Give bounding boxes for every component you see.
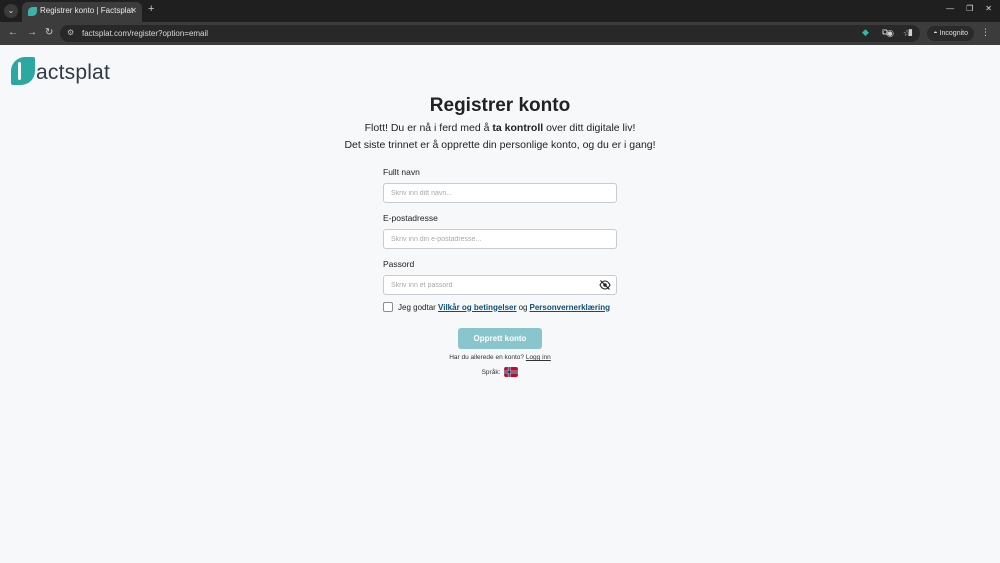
logo-leaf-icon bbox=[11, 57, 35, 85]
browser-tabbar: ⌄ Registrer konto | Factsplat ✕ + — ❐ ✕ bbox=[0, 0, 1000, 22]
email-input[interactable] bbox=[383, 229, 617, 249]
new-tab-icon[interactable]: + bbox=[148, 3, 154, 15]
factsplat-extension-icon[interactable]: ◆ bbox=[862, 27, 869, 38]
terms-prefix: Jeg godtar bbox=[398, 302, 436, 312]
terms-link[interactable]: Vilkår og betingelser bbox=[438, 303, 517, 312]
register-page: actsplat Registrer konto Flott! Du er nå… bbox=[0, 45, 1000, 563]
favicon-icon bbox=[28, 7, 37, 16]
reload-icon[interactable]: ↻ bbox=[45, 27, 53, 38]
close-window-icon[interactable]: ✕ bbox=[985, 4, 992, 13]
browser-toolbar: ← → ↻ ⚙ factsplat.com/register?option=em… bbox=[0, 22, 1000, 45]
terms-and: og bbox=[518, 302, 528, 312]
name-label: Fullt navn bbox=[383, 167, 420, 177]
full-name-input[interactable] bbox=[383, 183, 617, 203]
browser-tab[interactable]: Registrer konto | Factsplat ✕ bbox=[22, 2, 142, 22]
page-title: Registrer konto bbox=[429, 95, 571, 116]
terms-row: Jeg godtar Vilkår og betingelser og Person… bbox=[383, 302, 610, 312]
language-label: Språk: bbox=[481, 368, 501, 376]
restore-icon[interactable]: ❐ bbox=[966, 4, 973, 13]
side-panel-icon[interactable]: ▮ bbox=[908, 27, 913, 38]
language-selector: Språk: bbox=[0, 367, 1000, 377]
back-icon[interactable]: ← bbox=[8, 27, 18, 38]
minimize-icon[interactable]: — bbox=[946, 4, 954, 13]
privacy-link[interactable]: Personvernerklæring bbox=[530, 303, 610, 312]
create-account-button[interactable]: Opprett konto bbox=[458, 328, 542, 349]
toggle-password-visibility-icon[interactable] bbox=[599, 279, 611, 291]
extensions-icon[interactable]: ⧉ bbox=[882, 27, 888, 38]
password-input[interactable] bbox=[383, 275, 617, 295]
address-bar[interactable]: ⚙ factsplat.com/register?option=email ◉ … bbox=[60, 25, 920, 42]
subtitle-line-2: Det siste trinnet er å opprette din pers… bbox=[344, 139, 656, 151]
subtitle-line-1: Flott! Du er nå i ferd med å ta kontroll… bbox=[364, 122, 636, 134]
browser-menu-icon[interactable]: ⋮ bbox=[981, 27, 990, 38]
tab-title: Registrer konto | Factsplat bbox=[40, 6, 134, 15]
password-label: Passord bbox=[383, 259, 415, 269]
incognito-badge[interactable]: ◓ Incognito bbox=[927, 26, 974, 41]
password-field-wrapper bbox=[383, 275, 617, 295]
terms-checkbox[interactable] bbox=[383, 302, 393, 312]
tab-search-icon[interactable]: ⌄ bbox=[4, 4, 18, 18]
logo-text: actsplat bbox=[36, 61, 110, 84]
incognito-icon: ◓ bbox=[933, 30, 938, 37]
norway-flag-icon[interactable] bbox=[504, 367, 519, 377]
forward-icon[interactable]: → bbox=[27, 27, 37, 38]
register-form: Fullt navn E-postadresse Passord bbox=[383, 167, 617, 295]
window-controls: — ❐ ✕ bbox=[946, 4, 992, 13]
url-text: factsplat.com/register?option=email bbox=[82, 29, 209, 38]
site-info-icon[interactable]: ⚙ bbox=[67, 28, 74, 37]
close-tab-icon[interactable]: ✕ bbox=[130, 6, 137, 15]
login-prompt: Har du allerede en konto? Logg inn bbox=[449, 354, 551, 361]
factsplat-logo[interactable]: actsplat bbox=[11, 57, 110, 85]
email-label: E-postadresse bbox=[383, 213, 438, 223]
login-link[interactable]: Logg inn bbox=[526, 354, 551, 361]
